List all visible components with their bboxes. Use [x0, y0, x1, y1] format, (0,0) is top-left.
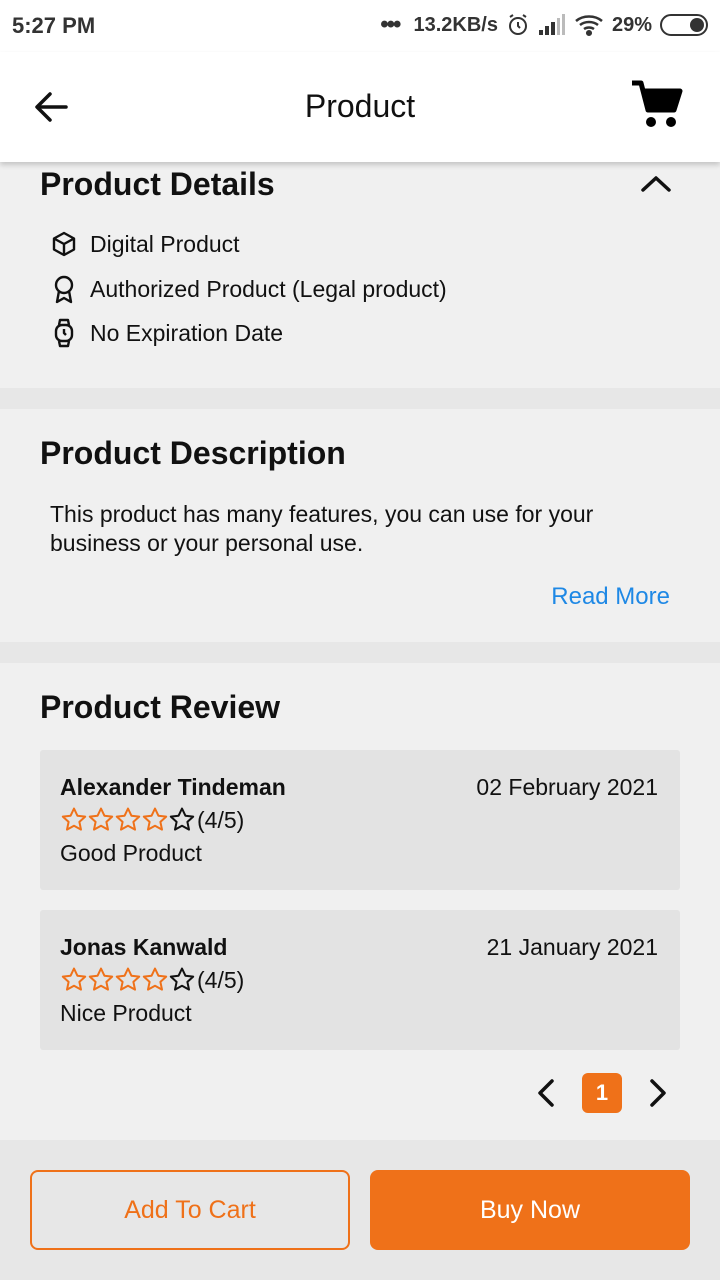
- product-description-section: Product Description This product has man…: [0, 409, 720, 642]
- review-date: 02 February 2021: [476, 774, 658, 800]
- chevron-left-icon[interactable]: [532, 1073, 562, 1113]
- star-rated-icon: [115, 807, 141, 831]
- product-details-title: Product Details: [40, 166, 275, 202]
- bottom-action-bar: Add To Cart Buy Now: [0, 1140, 720, 1280]
- star-rated-icon: [88, 807, 114, 831]
- app-bar: Product: [0, 52, 720, 162]
- page-title: Product: [304, 88, 416, 124]
- alarm-icon: [508, 14, 527, 35]
- product-review-section: Product Review Alexander Tindeman 02 Feb…: [0, 663, 720, 1140]
- reviewer-name: Jonas Kanwald: [60, 934, 228, 960]
- detail-authorized-product: Authorized Product (Legal product): [50, 274, 447, 304]
- more-dots-icon: •••: [380, 11, 401, 38]
- product-review-title: Product Review: [40, 689, 281, 725]
- watch-icon: [54, 318, 74, 348]
- status-bar: 5:27 PM ••• 13.2KB/s 29%: [0, 0, 720, 52]
- review-comment: Good Product: [60, 840, 202, 866]
- detail-digital-product: Digital Product: [50, 230, 240, 258]
- read-more-link[interactable]: Read More: [551, 583, 670, 611]
- product-description-title: Product Description: [40, 435, 346, 471]
- star-rated-icon: [61, 967, 87, 991]
- star-empty-icon: [169, 967, 195, 991]
- status-icons: ••• 13.2KB/s 29%: [380, 13, 708, 37]
- star-rated-icon: [61, 807, 87, 831]
- battery-icon: [660, 14, 708, 36]
- star-rated-icon: [142, 967, 168, 991]
- battery-percent: 29%: [611, 13, 652, 36]
- detail-no-expiration: No Expiration Date: [50, 318, 283, 348]
- status-time: 5:27 PM: [12, 13, 96, 38]
- product-details-section: Product Details Digital Product Authoriz…: [0, 162, 720, 388]
- cube-icon: [52, 231, 76, 257]
- wifi-icon: [575, 15, 603, 37]
- star-rated-icon: [88, 967, 114, 991]
- buy-now-button[interactable]: Buy Now: [370, 1170, 690, 1250]
- star-rating: (4/5): [60, 966, 244, 994]
- pagination: 1: [532, 1073, 672, 1113]
- product-description-text: This product has many features, you can …: [50, 501, 594, 556]
- star-rating: (4/5): [60, 806, 244, 834]
- award-icon: [54, 275, 74, 304]
- chevron-up-icon[interactable]: [638, 170, 674, 198]
- detail-label: Digital Product: [90, 230, 240, 257]
- review-card: Jonas Kanwald 21 January 2021 (4/5) Nice…: [40, 910, 680, 1050]
- review-date: 21 January 2021: [486, 934, 658, 960]
- current-page-button[interactable]: 1: [582, 1073, 622, 1113]
- add-to-cart-button[interactable]: Add To Cart: [30, 1170, 350, 1250]
- star-rated-icon: [115, 967, 141, 991]
- star-rated-icon: [142, 807, 168, 831]
- detail-label: No Expiration Date: [90, 319, 284, 346]
- rating-text: (4/5): [197, 806, 245, 833]
- review-card: Alexander Tindeman 02 February 2021 (4/5…: [40, 750, 680, 890]
- signal-icon: [538, 14, 565, 35]
- network-speed: 13.2KB/s: [413, 13, 498, 36]
- shopping-cart-icon[interactable]: [630, 78, 684, 132]
- star-empty-icon: [169, 807, 195, 831]
- rating-text: (4/5): [197, 966, 245, 993]
- chevron-right-icon[interactable]: [642, 1073, 672, 1113]
- review-comment: Nice Product: [60, 1000, 192, 1026]
- detail-label: Authorized Product (Legal product): [90, 275, 447, 302]
- reviewer-name: Alexander Tindeman: [60, 774, 286, 800]
